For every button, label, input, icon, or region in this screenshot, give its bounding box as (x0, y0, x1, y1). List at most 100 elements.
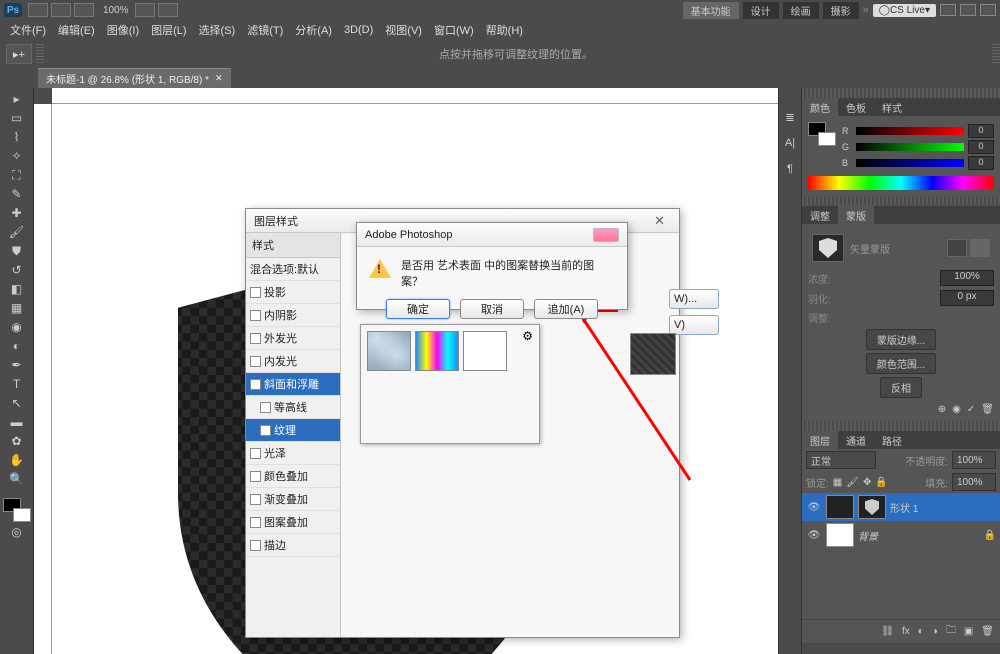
checkbox[interactable] (260, 425, 271, 436)
path-tool-icon[interactable]: ↖ (6, 394, 28, 412)
menu-filter[interactable]: 滤镜(T) (241, 20, 289, 40)
layer-thumb[interactable] (826, 523, 854, 547)
gradient-tool-icon[interactable]: ▦ (6, 299, 28, 317)
blur-tool-icon[interactable]: ◉ (6, 318, 28, 336)
checkbox[interactable] (250, 287, 261, 298)
eyedropper-tool-icon[interactable]: ✎ (6, 185, 28, 203)
style-item[interactable]: 等高线 (246, 396, 340, 419)
topbar-icon[interactable] (135, 3, 155, 17)
spectrum-bar[interactable] (808, 176, 994, 190)
color-range-button[interactable]: 颜色范围... (866, 353, 936, 374)
style-item[interactable]: 颜色叠加 (246, 465, 340, 488)
cancel-button[interactable]: 取消 (460, 299, 524, 319)
workspace-tab-painting[interactable]: 绘画 (783, 2, 819, 19)
dodge-tool-icon[interactable]: ◐ (6, 337, 28, 355)
pattern-swatch[interactable] (367, 331, 411, 371)
close-icon[interactable]: ✕ (648, 213, 671, 229)
menu-image[interactable]: 图像(I) (101, 20, 145, 40)
tab-paths[interactable]: 路径 (874, 431, 910, 449)
3d-tool-icon[interactable]: ✿ (6, 432, 28, 450)
checkbox[interactable] (250, 471, 261, 482)
preview-button-partial[interactable]: V) (669, 315, 719, 335)
pattern-preview[interactable] (630, 333, 676, 375)
lock-pos-icon[interactable]: ✥ (863, 477, 871, 488)
checkbox[interactable] (250, 448, 261, 459)
current-tool-icon[interactable]: ▸+ (6, 44, 32, 64)
append-button[interactable]: 追加(A) (534, 299, 598, 319)
pattern-swatch[interactable] (415, 331, 459, 371)
link-icon[interactable]: ⛓ (881, 626, 894, 637)
pixel-mask-icon[interactable] (947, 239, 967, 257)
style-item[interactable]: 外发光 (246, 327, 340, 350)
paragraph-panel-icon[interactable]: ¶ (781, 160, 799, 178)
tab-adjustments[interactable]: 调整 (802, 206, 838, 224)
layer-row-shape1[interactable]: 👁 形状 1 (802, 493, 1000, 521)
new-layer-icon[interactable]: ▣ (964, 626, 973, 637)
history-tool-icon[interactable]: ↺ (6, 261, 28, 279)
menu-view[interactable]: 视图(V) (379, 20, 428, 40)
feather-value[interactable]: 0 px (940, 290, 994, 306)
gear-icon[interactable]: ⚙ (522, 329, 533, 343)
mask-thumb[interactable] (812, 234, 844, 262)
topbar-icon[interactable] (74, 3, 94, 17)
document-tab[interactable]: 未标题-1 @ 26.8% (形状 1, RGB/8) * ✕ (38, 68, 231, 88)
menu-layer[interactable]: 图层(L) (145, 20, 192, 40)
new-style-button-partial[interactable]: W)... (669, 289, 719, 309)
checkbox[interactable] (250, 333, 261, 344)
color-swatches[interactable] (3, 498, 31, 522)
trash-icon[interactable]: 🗑 (981, 404, 994, 415)
lock-pixels-icon[interactable]: 🖌 (846, 477, 859, 488)
history-panel-icon[interactable]: ≣ (781, 108, 799, 126)
layer-thumb[interactable] (826, 495, 854, 519)
r-slider[interactable] (856, 127, 964, 135)
checkbox[interactable] (250, 379, 261, 390)
tab-color[interactable]: 颜色 (802, 98, 838, 116)
hand-tool-icon[interactable]: ✋ (6, 451, 28, 469)
workspace-tab-essentials[interactable]: 基本功能 (683, 2, 739, 19)
menu-analysis[interactable]: 分析(A) (289, 20, 338, 40)
menu-file[interactable]: 文件(F) (4, 20, 52, 40)
adjustment-icon[interactable]: ◑ (932, 626, 938, 637)
quickmask-icon[interactable]: ◎ (6, 523, 28, 541)
heal-tool-icon[interactable]: ✚ (6, 204, 28, 222)
checkbox[interactable] (250, 540, 261, 551)
r-value[interactable]: 0 (968, 124, 994, 138)
style-item[interactable]: 图案叠加 (246, 511, 340, 534)
crop-tool-icon[interactable]: ⛶ (6, 166, 28, 184)
vector-mask-icon[interactable] (970, 239, 990, 257)
b-value[interactable]: 0 (968, 156, 994, 170)
checkbox[interactable] (250, 494, 261, 505)
fill-value[interactable]: 100% (952, 473, 996, 491)
menu-select[interactable]: 选择(S) (193, 20, 242, 40)
density-value[interactable]: 100% (940, 270, 994, 286)
ok-button[interactable]: 确定 (386, 299, 450, 319)
style-item[interactable]: 投影 (246, 281, 340, 304)
lock-trans-icon[interactable]: ▦ (833, 477, 842, 488)
tab-channels[interactable]: 通道 (838, 431, 874, 449)
window-close-icon[interactable] (980, 4, 996, 16)
g-value[interactable]: 0 (968, 140, 994, 154)
visibility-icon[interactable]: 👁 (806, 502, 822, 513)
mask-footer-icon[interactable]: ⊕ (938, 404, 946, 415)
close-icon[interactable] (593, 228, 619, 242)
type-tool-icon[interactable]: T (6, 375, 28, 393)
fx-icon[interactable]: fx (902, 626, 910, 637)
pattern-swatch[interactable] (463, 331, 507, 371)
tab-swatches[interactable]: 色板 (838, 98, 874, 116)
topbar-icon[interactable] (51, 3, 71, 17)
window-min-icon[interactable] (940, 4, 956, 16)
style-item[interactable]: 渐变叠加 (246, 488, 340, 511)
style-item[interactable]: 光泽 (246, 442, 340, 465)
g-slider[interactable] (856, 143, 964, 151)
topbar-icon[interactable] (28, 3, 48, 17)
checkbox[interactable] (250, 310, 261, 321)
style-item[interactable]: 斜面和浮雕 (246, 373, 340, 396)
tab-layers[interactable]: 图层 (802, 431, 838, 449)
mask-edge-button[interactable]: 蒙版边缘... (866, 329, 936, 350)
b-slider[interactable] (856, 159, 964, 167)
group-icon[interactable]: 🗀 (946, 623, 956, 640)
mask-footer-icon[interactable]: ◉ (952, 404, 961, 415)
brush-tool-icon[interactable]: 🖌 (6, 223, 28, 241)
zoom-tool-icon[interactable]: 🔍 (6, 470, 28, 488)
blend-mode-select[interactable]: 正常 (806, 451, 876, 469)
